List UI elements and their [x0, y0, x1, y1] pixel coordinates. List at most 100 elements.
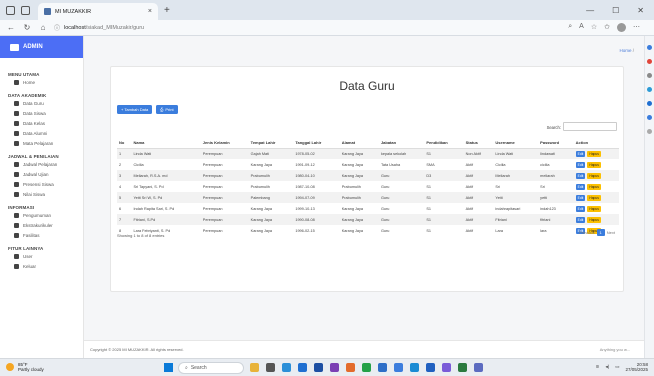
tab-close-icon[interactable]: × — [148, 8, 152, 15]
taskbar-search[interactable]: ⌕ Search — [178, 362, 244, 374]
sidebar-item-nilai-siswa[interactable]: Nilai Siswa — [0, 189, 83, 199]
delete-button[interactable]: Hapus — [587, 194, 601, 201]
page-1-button[interactable]: 1 — [596, 229, 605, 236]
edit-button[interactable]: Edit — [575, 150, 586, 157]
delete-button[interactable]: Hapus — [587, 216, 601, 223]
url-field[interactable]: ⓘ localhost /siakad_MIMuzakir/guru — [54, 23, 144, 33]
sidebar-item-data-alumni[interactable]: Data Alumni — [0, 128, 83, 138]
outlook-side-icon[interactable] — [647, 115, 652, 120]
sidebar-item-ekstrakurikuler[interactable]: Ekstrakurikuler — [0, 220, 83, 230]
refresh-icon[interactable]: ↻ — [22, 23, 32, 32]
app-icon-purple[interactable] — [330, 363, 339, 372]
column-header-jabatan[interactable]: Jabatan — [378, 137, 425, 149]
app-icon-teal[interactable] — [410, 363, 419, 372]
chrome-app-icon[interactable] — [362, 363, 371, 372]
column-header-tanggal-lahir[interactable]: Tanggal Lahir — [293, 137, 340, 149]
edit-button[interactable]: Edit — [575, 194, 586, 201]
sidebar-item-data-siswa[interactable]: Data Siswa — [0, 108, 83, 118]
column-header-status[interactable]: Status — [463, 137, 494, 149]
site-info-icon[interactable]: ⓘ — [54, 23, 60, 32]
vscode-app-icon[interactable] — [458, 363, 467, 372]
office-side-icon[interactable] — [647, 101, 652, 106]
word-app-icon[interactable] — [314, 363, 323, 372]
home-icon[interactable]: ⌂ — [38, 23, 48, 32]
column-header-username[interactable]: Username — [493, 137, 539, 149]
store-app-icon[interactable] — [298, 363, 307, 372]
footer-copyright: Copyright © 2025 MI MUZAKKIR. All rights… — [90, 347, 184, 352]
column-header-jenis-kelamin[interactable]: Jenis Kelamin — [200, 137, 249, 149]
shopping-side-icon[interactable] — [647, 59, 652, 64]
delete-button[interactable]: Hapus — [587, 161, 601, 168]
add-side-icon[interactable] — [647, 129, 652, 134]
sidebar-item-data-kelas[interactable]: Data Kelas — [0, 118, 83, 128]
app-icon-orange[interactable] — [346, 363, 355, 372]
more-icon[interactable]: ⋯ — [633, 23, 640, 32]
previous-button[interactable]: Previous — [579, 230, 595, 235]
add-data-button[interactable]: + Tambah Data — [117, 105, 153, 114]
browser-menu-icon[interactable] — [6, 5, 15, 15]
sidebar-item-jadwal-ujian[interactable]: Jadwal Ujian — [0, 169, 83, 179]
delete-button[interactable]: Hapus — [587, 150, 601, 157]
wifi-icon[interactable]: ≋ — [596, 364, 600, 370]
edit-button[interactable]: Edit — [575, 183, 586, 190]
battery-icon[interactable]: ▭ — [615, 364, 619, 370]
edge-app-icon[interactable] — [282, 363, 291, 372]
clock[interactable]: 20:58 27/05/2025 — [625, 362, 648, 372]
sidebar-item-user[interactable]: User — [0, 251, 83, 261]
games-side-icon[interactable] — [647, 87, 652, 92]
column-header-action[interactable]: Action — [573, 137, 619, 149]
maximize-button[interactable]: ☐ — [612, 6, 619, 15]
read-aloud-icon[interactable]: A — [579, 23, 584, 32]
cell-password: meliarah — [538, 170, 574, 181]
edit-button[interactable]: Edit — [575, 216, 586, 223]
sidebar-item-data-guru[interactable]: Data Guru — [0, 98, 83, 108]
sidebar-item-presensi-siswa[interactable]: Presensi Siswa — [0, 179, 83, 189]
tab-actions-icon[interactable] — [21, 5, 30, 15]
back-arrow-icon[interactable]: ← — [6, 23, 16, 32]
search-input[interactable] — [563, 122, 617, 131]
sidebar-item-mata-pelajaran[interactable]: Mata Pelajaran — [0, 138, 83, 148]
print-button[interactable]: ⎙ Print — [156, 105, 178, 114]
tools-side-icon[interactable] — [647, 73, 652, 78]
edit-button[interactable]: Edit — [575, 205, 586, 212]
taskview-app-icon[interactable] — [266, 363, 275, 372]
sidebar-item-pengumuman[interactable]: Pengumuman — [0, 210, 83, 220]
app-icon-blue[interactable] — [378, 363, 387, 372]
search-side-icon[interactable] — [647, 45, 652, 50]
new-tab-button[interactable]: + — [164, 5, 170, 16]
app-icon-violet[interactable] — [442, 363, 451, 372]
close-window-button[interactable]: ✕ — [637, 6, 644, 15]
volume-icon[interactable]: ◂) — [605, 364, 609, 370]
column-header-alamat[interactable]: Alamat — [339, 137, 379, 149]
delete-button[interactable]: Hapus — [587, 172, 601, 179]
edit-button[interactable]: Edit — [575, 161, 586, 168]
next-button[interactable]: Next — [607, 230, 615, 235]
zoom-icon[interactable]: ⌕ — [568, 23, 572, 32]
delete-button[interactable]: Hapus — [587, 205, 601, 212]
widgets-app-icon[interactable] — [250, 363, 259, 372]
breadcrumb-home[interactable]: Home — [619, 48, 631, 53]
sidebar-item-jadwal-pelajaran[interactable]: Jadwal Pelajaran — [0, 159, 83, 169]
app-icon-dark-blue[interactable] — [426, 363, 435, 372]
sidebar-item-keluar[interactable]: Keluar — [0, 261, 83, 271]
favorites-icon[interactable]: ✩ — [604, 23, 610, 32]
taskbar: 85°F Partly cloudy ⌕ Search ≋ ◂) ▭ 20:58… — [0, 358, 654, 376]
weather-widget[interactable]: 85°F Partly cloudy — [6, 362, 44, 372]
start-icon[interactable] — [164, 363, 173, 372]
sidebar-item-fasilitas[interactable]: Fasilitas — [0, 230, 83, 240]
column-header-pendidikan[interactable]: Pendidikan — [424, 137, 464, 149]
column-header-tempat-lahir[interactable]: Tempat Lahir — [248, 137, 294, 149]
browser-tab[interactable]: MI MUZAKKIR × — [38, 3, 158, 20]
app-icon-indigo[interactable] — [474, 363, 483, 372]
column-header-password[interactable]: Password — [538, 137, 574, 149]
column-header-no[interactable]: No — [117, 137, 132, 149]
brand[interactable]: ADMIN — [0, 36, 83, 58]
favorite-star-icon[interactable]: ☆ — [591, 23, 597, 32]
app-icon-circle[interactable] — [394, 363, 403, 372]
profile-avatar[interactable] — [617, 23, 626, 32]
sidebar-item-home[interactable]: Home — [0, 77, 83, 87]
minimize-button[interactable]: — — [586, 6, 594, 15]
edit-button[interactable]: Edit — [575, 172, 586, 179]
delete-button[interactable]: Hapus — [587, 183, 601, 190]
column-header-nama[interactable]: Nama — [131, 137, 201, 149]
